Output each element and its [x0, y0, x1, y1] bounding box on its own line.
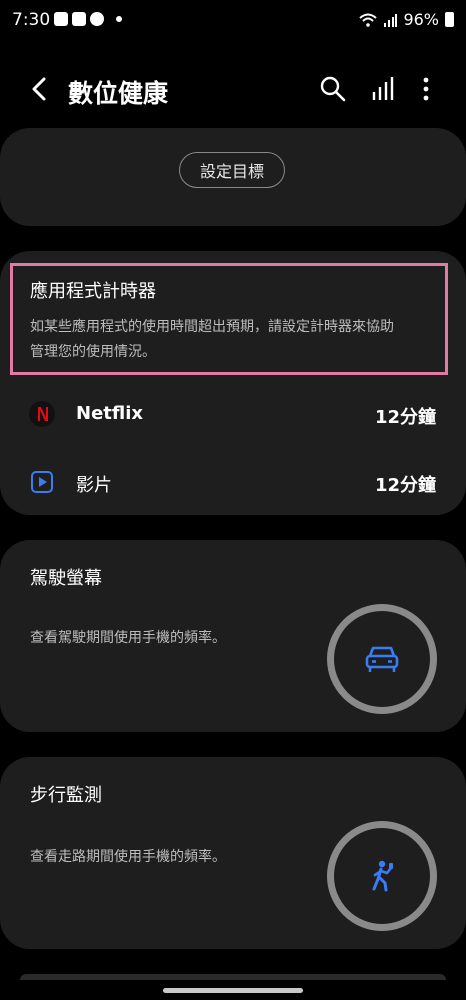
shopping-bag-icon: [72, 12, 86, 26]
walking-description: 查看走路期間使用手機的頻率。: [30, 849, 226, 865]
walking-monitor-card[interactable]: 步行監測 查看走路期間使用手機的頻率。: [0, 757, 466, 949]
wifi-icon: [359, 13, 378, 27]
app-time: 12分鐘: [374, 475, 436, 496]
search-icon[interactable]: [318, 74, 348, 104]
video-play-icon: [31, 471, 53, 493]
more-notifications-icon: [116, 16, 122, 22]
goal-card: 設定目標: [0, 128, 466, 226]
driving-title: 駕駛螢幕: [30, 568, 102, 589]
app-timers-description-line1: 如某些應用程式的使用時間超出預期，請設定計時器來協助: [30, 319, 394, 335]
bar-chart-icon[interactable]: [368, 74, 398, 104]
signal-icon: [384, 13, 398, 27]
driving-ring[interactable]: [327, 604, 437, 714]
more-options-icon[interactable]: [414, 74, 438, 104]
status-time: 7:30: [12, 10, 51, 30]
walking-ring[interactable]: [327, 821, 437, 931]
facebook-icon: [90, 12, 104, 26]
driving-description: 查看駕駛期間使用手機的頻率。: [30, 630, 226, 646]
netflix-icon: [29, 401, 55, 427]
app-bar: 數位健康: [0, 60, 466, 122]
app-time: 12分鐘: [374, 407, 436, 428]
next-card-edge: [20, 974, 446, 980]
app-name: 影片: [76, 475, 112, 496]
set-goal-button[interactable]: 設定目標: [179, 152, 285, 188]
app-timers-description-line2: 管理您的使用情況。: [30, 344, 156, 360]
battery-percent: 96%: [403, 10, 439, 29]
driving-mode-card[interactable]: 駕駛螢幕 查看駕駛期間使用手機的頻率。: [0, 540, 466, 732]
page-title: 數位健康: [68, 79, 169, 108]
walking-person-icon: [372, 860, 393, 892]
status-bar: 7:30 96%: [0, 0, 466, 44]
walking-title: 步行監測: [30, 785, 102, 806]
notification-icons: [54, 12, 122, 26]
app-name: Netflix: [76, 403, 143, 424]
app-timers-title[interactable]: 應用程式計時器: [30, 277, 156, 303]
battery-icon: [445, 12, 454, 27]
back-arrow-icon[interactable]: [26, 74, 52, 104]
car-icon: [365, 646, 399, 672]
home-indicator[interactable]: [163, 988, 303, 993]
gallery-icon: [54, 12, 68, 26]
app-row-video[interactable]: 影片 12分鐘: [0, 451, 466, 515]
status-right: 96%: [359, 10, 454, 29]
app-row-netflix[interactable]: Netflix 12分鐘: [0, 383, 466, 447]
app-timers-card: 應用程式計時器 如某些應用程式的使用時間超出預期，請設定計時器來協助 管理您的使…: [0, 251, 466, 515]
